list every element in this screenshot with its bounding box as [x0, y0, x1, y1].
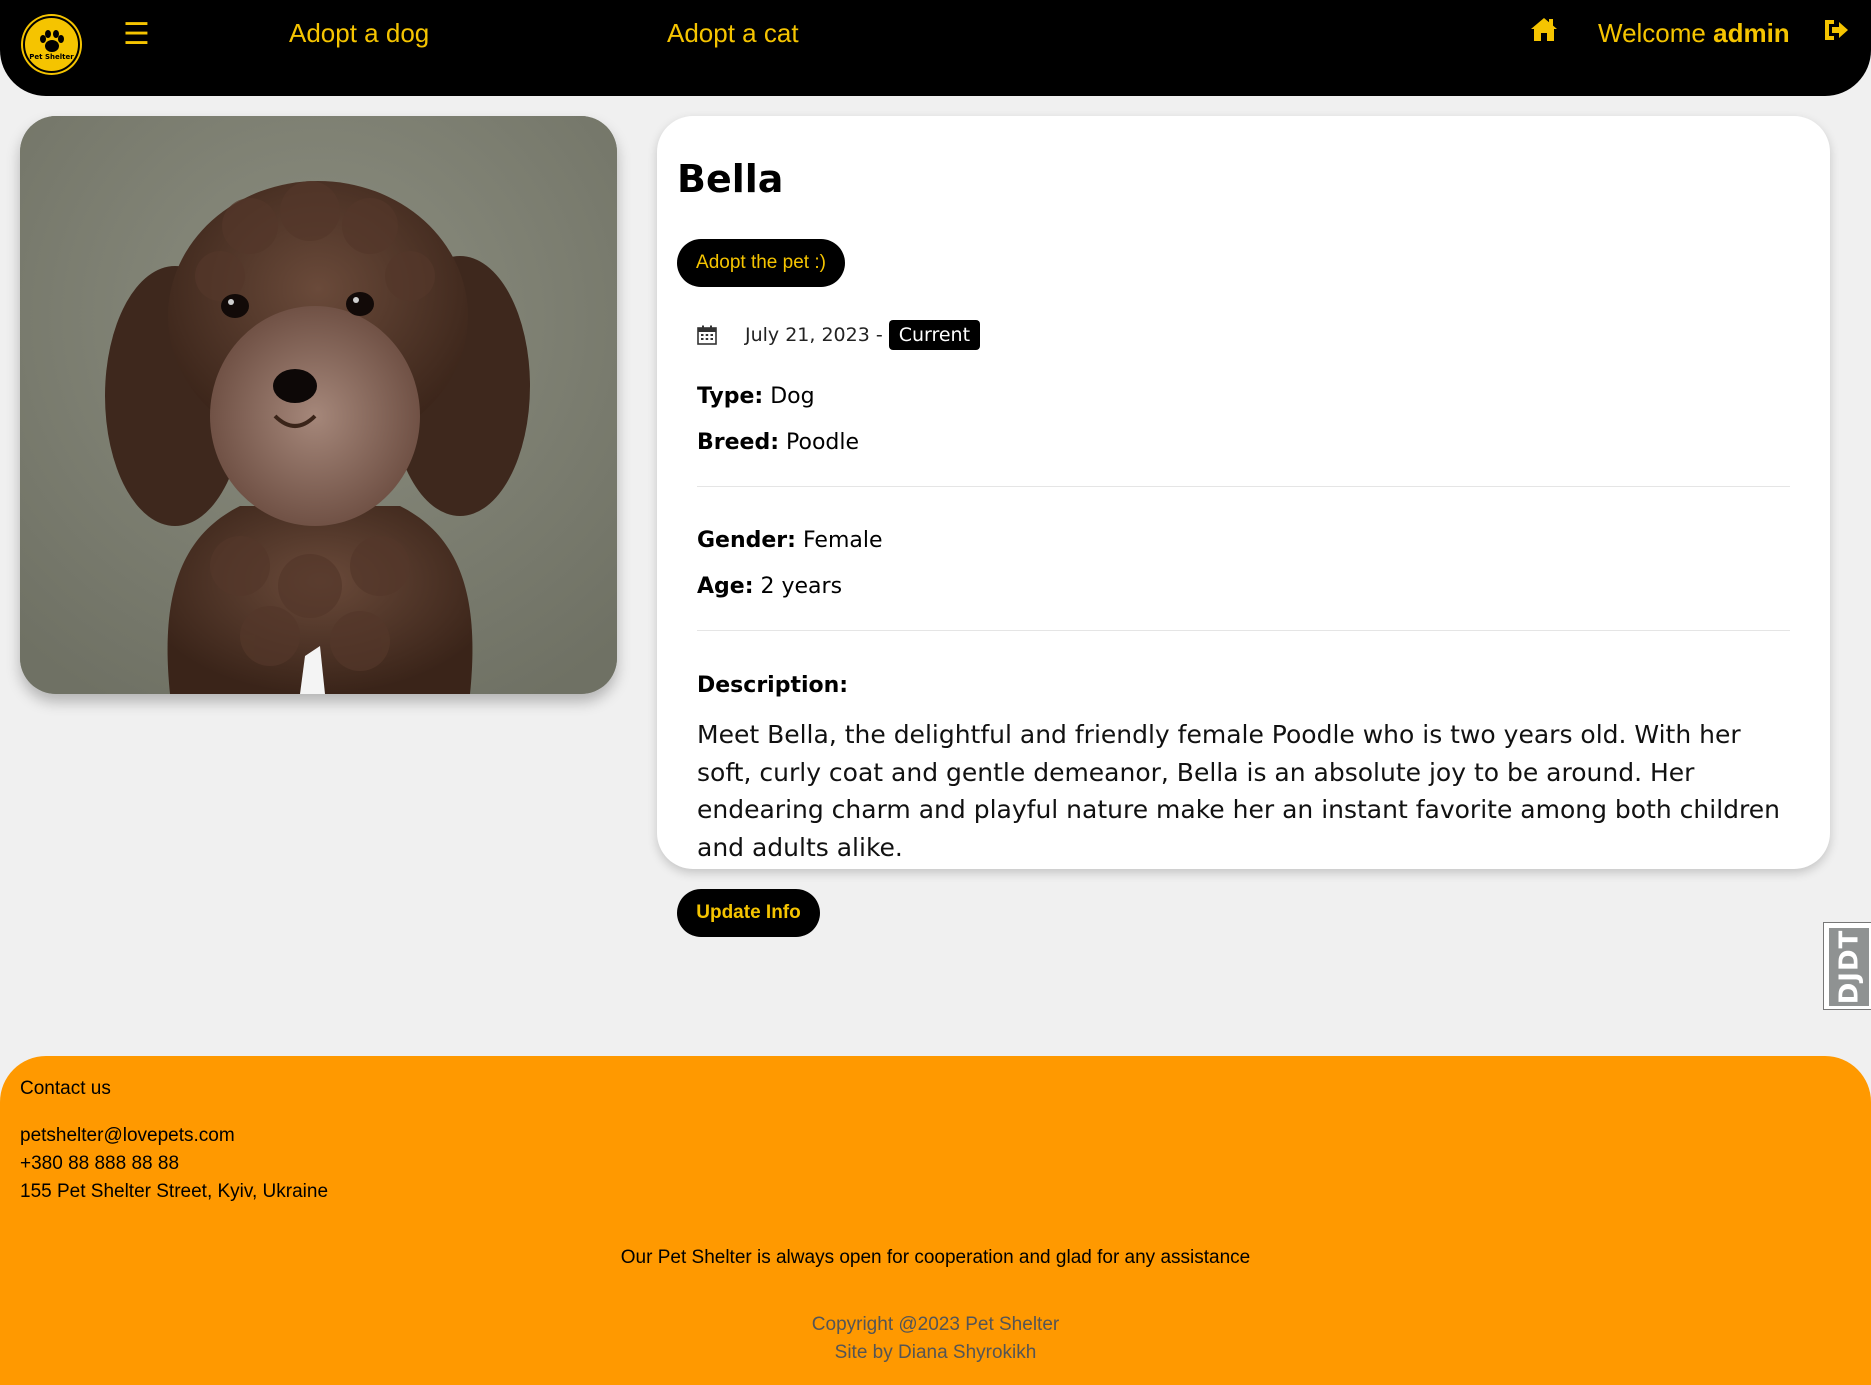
arrival-date: July 21, 2023	[745, 324, 870, 346]
pet-gender-field: Gender: Female	[697, 526, 883, 556]
breed-label: Breed:	[697, 430, 780, 455]
welcome-message: Welcome admin	[1598, 16, 1790, 50]
top-navbar: Pet Shelter ☰ Adopt a dog Adopt a cat We…	[0, 0, 1871, 96]
pet-details-card: Bella Adopt the pet :) July 21, 2023 - C…	[657, 116, 1830, 869]
nav-adopt-cat[interactable]: Adopt a cat	[667, 16, 799, 50]
welcome-prefix: Welcome	[1598, 18, 1706, 48]
calendar-icon	[697, 325, 717, 345]
pet-shelter-logo[interactable]: Pet Shelter	[23, 16, 80, 73]
pet-photo	[20, 116, 617, 694]
site-credits: Site by Diana Shyrokikh	[834, 1342, 1037, 1363]
poodle-photo-illustration	[20, 116, 617, 694]
debug-toolbar-label: DJDT	[1834, 929, 1865, 1005]
menu-toggle-icon[interactable]: ☰	[123, 20, 150, 50]
debug-toolbar-handle[interactable]: DJDT	[1823, 922, 1871, 1010]
paw-icon	[39, 29, 64, 52]
update-info-button[interactable]: Update Info	[677, 889, 820, 937]
copyright: Copyright @2023 Pet Shelter	[811, 1314, 1060, 1335]
status-badge: Current	[888, 320, 981, 350]
pet-type-field: Type: Dog	[697, 382, 815, 412]
nav-adopt-dog[interactable]: Adopt a dog	[289, 16, 429, 50]
pet-breed-field: Breed: Poodle	[697, 428, 859, 458]
date-separator: -	[875, 324, 883, 346]
debug-toolbar-label-wrap: DJDT	[1829, 928, 1869, 1006]
age-value: 2 years	[760, 574, 843, 599]
divider	[697, 630, 1790, 631]
home-icon[interactable]	[1530, 16, 1558, 42]
pet-name: Bella	[677, 157, 784, 201]
divider	[697, 486, 1790, 487]
age-label: Age:	[697, 574, 754, 599]
footer: Contact us petshelter@lovepets.com +380 …	[0, 1056, 1871, 1385]
username: admin	[1713, 18, 1790, 48]
contact-email: petshelter@lovepets.com	[20, 1125, 235, 1146]
pet-age-field: Age: 2 years	[697, 572, 842, 602]
type-value: Dog	[770, 384, 815, 409]
date-row: July 21, 2023 - Current	[697, 319, 981, 351]
logout-icon[interactable]	[1822, 16, 1850, 44]
breed-value: Poodle	[786, 430, 860, 455]
type-label: Type:	[697, 384, 764, 409]
logo-text: Pet Shelter	[29, 52, 74, 61]
gender-label: Gender:	[697, 528, 796, 553]
contact-phone: +380 88 888 88 88	[20, 1153, 180, 1174]
description-text: Meet Bella, the delightful and friendly …	[697, 720, 1780, 862]
gender-value: Female	[802, 528, 883, 553]
adopt-pet-button[interactable]: Adopt the pet :)	[677, 239, 845, 287]
description-label: Description:	[697, 673, 849, 698]
footer-tagline: Our Pet Shelter is always open for coope…	[620, 1247, 1251, 1268]
contact-title: Contact us	[20, 1078, 111, 1099]
contact-address: 155 Pet Shelter Street, Kyiv, Ukraine	[20, 1181, 329, 1202]
